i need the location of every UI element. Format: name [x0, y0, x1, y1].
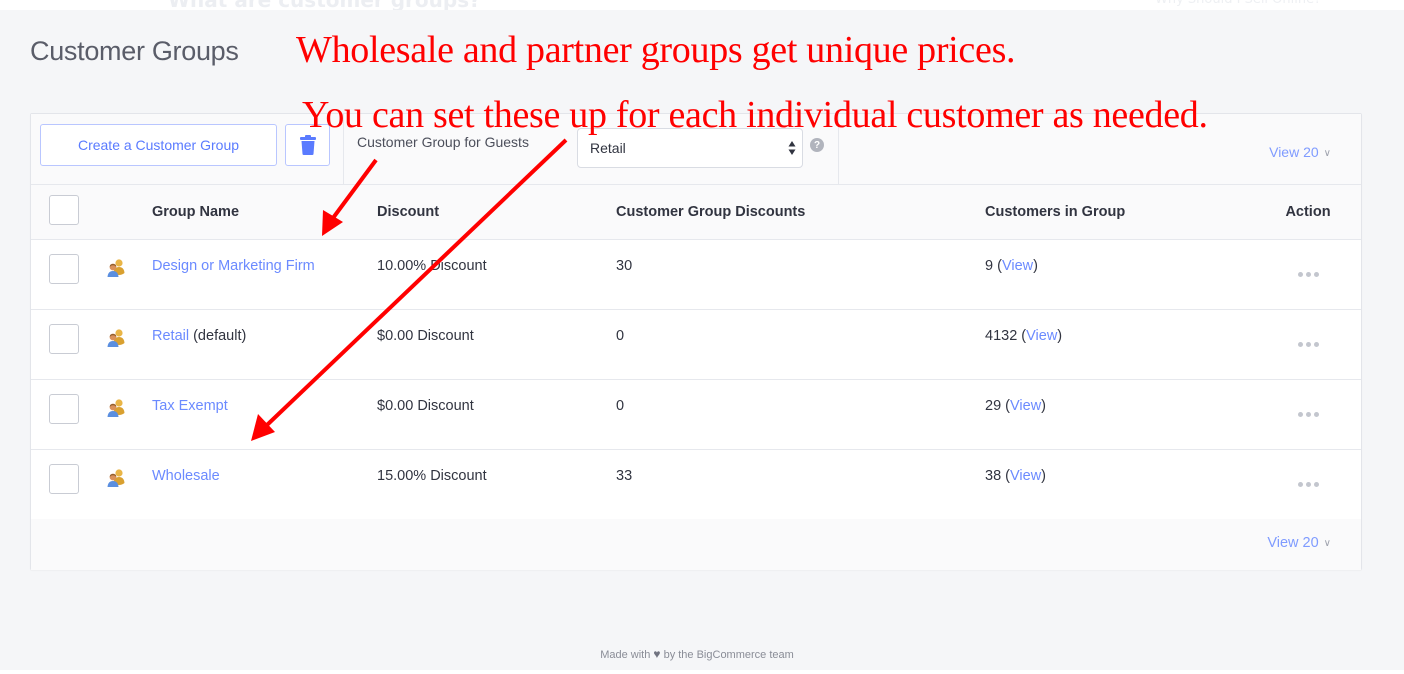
customer-count: 4132 — [985, 327, 1018, 344]
page-title: Customer Groups — [30, 36, 239, 66]
header-action: Action — [1255, 185, 1361, 240]
ghost-heading: What are customer groups? — [168, 0, 481, 10]
group-discounts-cell: 33 — [616, 467, 633, 484]
footer-made-with: Made with — [600, 649, 651, 661]
row-checkbox[interactable] — [49, 393, 79, 424]
action-cell — [1255, 379, 1361, 449]
group-name-link[interactable]: Tax Exempt — [152, 398, 228, 414]
customer-groups-table: Group Name Discount Customer Group Disco… — [31, 185, 1361, 520]
toolbar: Create a Customer Group Customer Group f… — [31, 114, 1361, 185]
guest-group-select-value: Retail — [590, 140, 626, 156]
view-customers-link[interactable]: View — [1026, 328, 1057, 344]
view-customers-link[interactable]: View — [1002, 258, 1033, 274]
group-discounts-cell: 30 — [616, 257, 633, 274]
header-discount[interactable]: Discount — [377, 185, 616, 240]
group-name-link[interactable]: Retail — [152, 328, 189, 344]
create-customer-group-button[interactable]: Create a Customer Group — [40, 124, 277, 166]
more-actions-icon[interactable] — [1297, 481, 1319, 487]
more-actions-icon[interactable] — [1297, 411, 1319, 417]
group-name-cell: Wholesale — [152, 449, 377, 519]
view-count-label: View 20 — [1269, 144, 1319, 160]
header-customers-in-group[interactable]: Customers in Group — [985, 185, 1255, 240]
customer-group-icon — [107, 398, 125, 417]
row-checkbox-cell — [31, 379, 106, 449]
customer-group-icon — [107, 258, 125, 277]
group-discounts-cell: 0 — [616, 327, 625, 344]
header-group-name[interactable]: Group Name — [152, 185, 377, 240]
table-row: Tax Exempt $0.00 Discount 0 29 (View) — [31, 379, 1361, 449]
row-icon-cell — [106, 379, 152, 449]
view-count-dropdown-top[interactable]: View 20 ∨ — [1269, 144, 1331, 160]
top-strip: What are customer groups? Why Should I S… — [0, 0, 1404, 10]
table-row: Wholesale 15.00% Discount 33 38 (View) — [31, 449, 1361, 519]
table-row: Design or Marketing Firm 10.00% Discount… — [31, 239, 1361, 309]
more-actions-icon[interactable] — [1297, 271, 1319, 277]
customer-group-icon — [107, 328, 125, 347]
discount-cell: 15.00% Discount — [377, 467, 487, 484]
row-checkbox[interactable] — [49, 463, 79, 494]
group-name-cell: Design or Marketing Firm — [152, 239, 377, 309]
discount-cell: 10.00% Discount — [377, 257, 487, 274]
group-name-cell: Retail (default) — [152, 309, 377, 379]
group-name-cell: Tax Exempt — [152, 379, 377, 449]
group-discounts-cell: 0 — [616, 397, 625, 414]
discount-cell: $0.00 Discount — [377, 397, 474, 414]
heart-icon: ♥ — [653, 647, 661, 661]
view-count-dropdown-bottom[interactable]: View 20 ∨ — [1267, 535, 1331, 551]
select-all-cell — [31, 185, 106, 240]
row-checkbox[interactable] — [49, 253, 79, 284]
discount-cell: $0.00 Discount — [377, 327, 474, 344]
chevron-down-icon: ∨ — [1323, 148, 1331, 159]
row-checkbox-cell — [31, 449, 106, 519]
action-cell — [1255, 449, 1361, 519]
group-name-link[interactable]: Design or Marketing Firm — [152, 258, 315, 274]
ghost-link[interactable]: Why Should I Sell Online? — [1155, 0, 1321, 7]
more-actions-icon[interactable] — [1297, 341, 1319, 347]
table-footer: View 20 ∨ — [31, 519, 1361, 570]
toolbar-divider — [343, 114, 344, 184]
table-row: Retail (default) $0.00 Discount 0 4132 (… — [31, 309, 1361, 379]
page-content: Customer Groups Create a Customer Group … — [0, 10, 1404, 670]
trash-icon — [299, 135, 316, 155]
row-checkbox[interactable] — [49, 323, 79, 354]
table-header-row: Group Name Discount Customer Group Disco… — [31, 185, 1361, 240]
header-customer-group-discounts[interactable]: Customer Group Discounts — [616, 185, 985, 240]
help-icon[interactable]: ? — [810, 138, 824, 152]
customer-groups-panel: Create a Customer Group Customer Group f… — [30, 113, 1362, 570]
view-customers-link[interactable]: View — [1010, 398, 1041, 414]
customers-in-group-cell: 4132 (View) — [985, 327, 1063, 344]
group-name-link[interactable]: Wholesale — [152, 468, 220, 484]
select-all-checkbox[interactable] — [49, 194, 79, 225]
customer-group-icon — [107, 468, 125, 487]
customer-count: 38 — [985, 467, 1002, 484]
select-arrows-icon — [788, 141, 796, 155]
customers-in-group-cell: 38 (View) — [985, 467, 1047, 484]
row-checkbox-cell — [31, 309, 106, 379]
group-name-suffix: (default) — [189, 327, 247, 344]
guest-group-label: Customer Group for Guests — [357, 134, 529, 150]
view-count-label: View 20 — [1267, 535, 1319, 551]
action-cell — [1255, 309, 1361, 379]
customers-in-group-cell: 29 (View) — [985, 397, 1047, 414]
customer-count: 29 — [985, 397, 1002, 414]
view-customers-link[interactable]: View — [1010, 468, 1041, 484]
icon-header — [106, 185, 152, 240]
guest-group-select[interactable]: Retail — [577, 128, 803, 168]
delete-button[interactable] — [285, 124, 330, 166]
row-icon-cell — [106, 239, 152, 309]
customer-count: 9 — [985, 257, 994, 274]
bottom-strip — [0, 670, 1404, 674]
customers-in-group-cell: 9 (View) — [985, 257, 1038, 274]
footer-by-team: by the BigCommerce team — [663, 649, 794, 661]
chevron-down-icon: ∨ — [1323, 538, 1331, 549]
row-checkbox-cell — [31, 239, 106, 309]
row-icon-cell — [106, 449, 152, 519]
footer-credit: Made with ♥ by the BigCommerce team — [0, 647, 1394, 661]
action-cell — [1255, 239, 1361, 309]
toolbar-divider — [838, 114, 839, 184]
row-icon-cell — [106, 309, 152, 379]
